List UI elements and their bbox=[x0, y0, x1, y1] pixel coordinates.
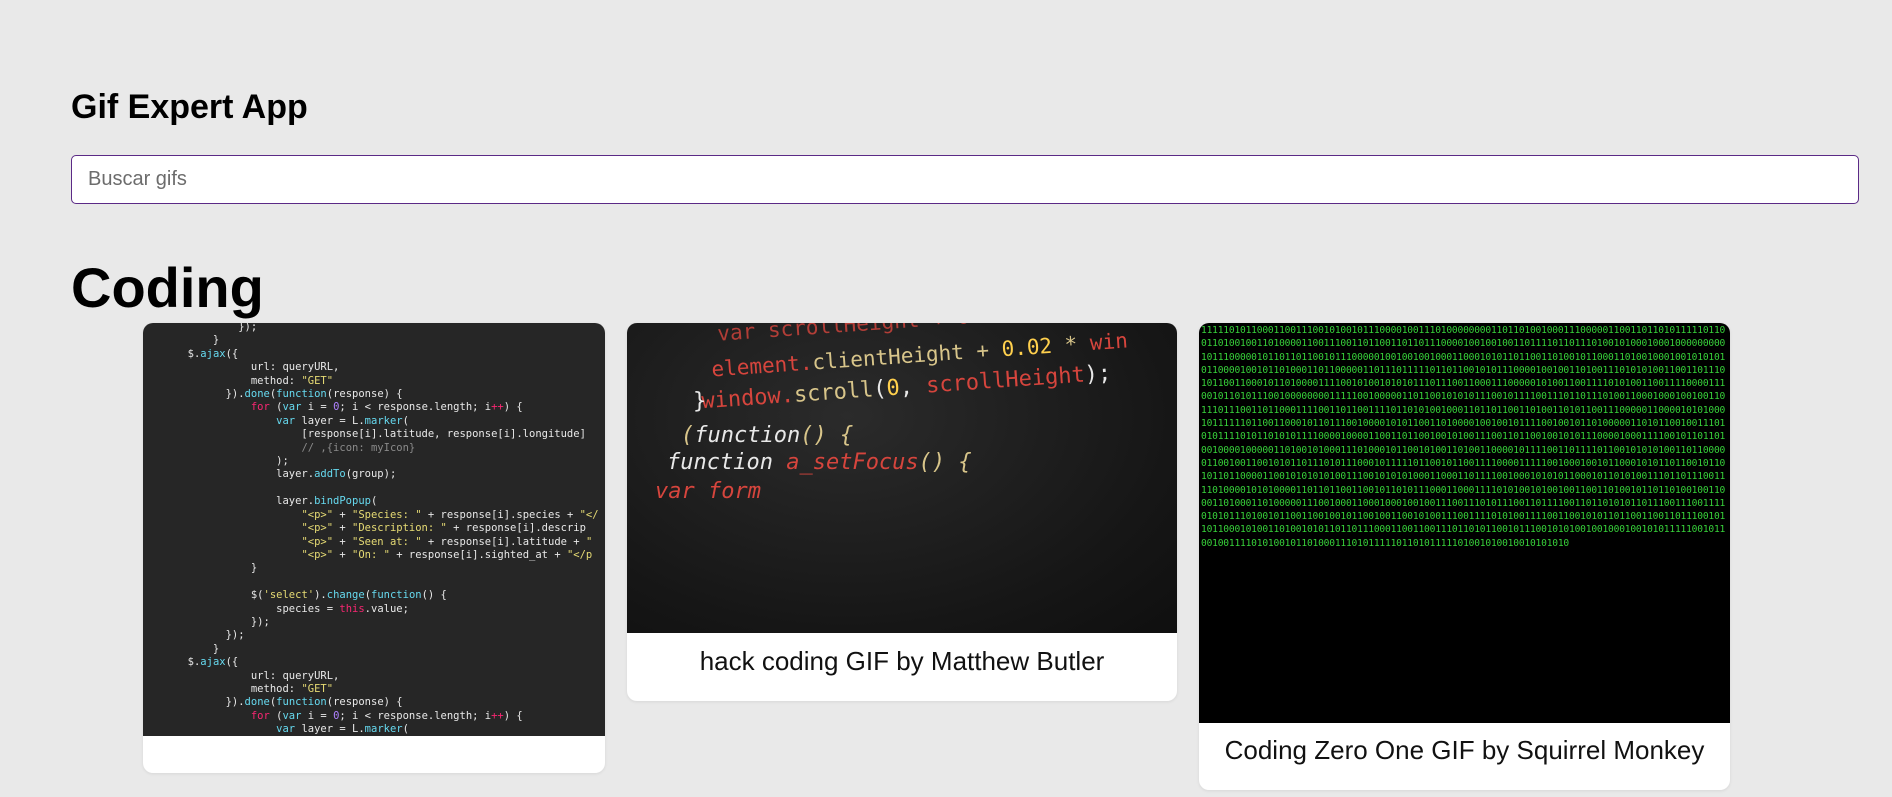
gif-card[interactable]: var scrollHeight + 0.02 * win element.cl… bbox=[627, 323, 1177, 701]
gif-image: }); } $.ajax({ url: queryURL, method: "G… bbox=[143, 323, 605, 736]
gif-caption: Coding Zero One GIF by Squirrel Monkey bbox=[1224, 735, 1705, 765]
app-title: Gif Expert App bbox=[71, 88, 308, 126]
category-title: Coding bbox=[71, 256, 264, 319]
gif-image: 1111101011000110011100101001011100001001… bbox=[1199, 323, 1730, 723]
gif-card[interactable]: 1111101011000110011100101001011100001001… bbox=[1199, 323, 1730, 790]
gif-card[interactable]: }); } $.ajax({ url: queryURL, method: "G… bbox=[143, 323, 605, 773]
gif-image: var scrollHeight + 0.02 * win element.cl… bbox=[627, 323, 1177, 633]
search-input[interactable] bbox=[71, 155, 1859, 204]
gif-caption: hack coding GIF by Matthew Butler bbox=[699, 646, 1105, 676]
